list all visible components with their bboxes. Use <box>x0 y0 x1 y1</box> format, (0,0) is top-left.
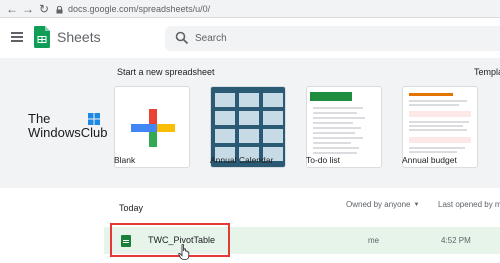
owner-filter-label: Owned by anyone <box>346 200 411 209</box>
caret-down-icon: ▼ <box>413 201 420 208</box>
app-title[interactable]: Sheets <box>57 29 101 45</box>
url-text: docs.google.com/spreadsheets/u/0/ <box>68 4 211 14</box>
template-label-annual-budget: Annual budget <box>402 155 457 165</box>
file-owner: me <box>368 236 380 245</box>
search-icon[interactable] <box>175 31 189 45</box>
highlight-box <box>110 223 230 257</box>
start-new-heading: Start a new spreadsheet <box>117 67 215 77</box>
template-label-blank: Blank <box>114 155 136 165</box>
main-menu-icon[interactable] <box>11 32 23 42</box>
watermark-line2: WindowsClub <box>28 125 108 140</box>
budget-header-bar <box>409 93 453 96</box>
reload-icon[interactable]: ↻ <box>37 2 51 16</box>
forward-arrow-icon[interactable]: → <box>21 2 35 16</box>
address-bar[interactable]: docs.google.com/spreadsheets/u/0/ <box>56 2 496 16</box>
windowsclub-watermark: The WindowsClub <box>28 112 108 140</box>
lock-icon <box>56 5 63 14</box>
sort-dropdown[interactable]: Last opened by m <box>438 200 500 209</box>
todo-header-bar <box>310 92 352 101</box>
sheets-logo-icon[interactable] <box>34 26 50 48</box>
template-label-todo-list: To-do list <box>306 155 341 165</box>
search-input[interactable] <box>195 30 485 46</box>
windows-logo-icon <box>88 113 100 125</box>
file-last-opened: 4:52 PM <box>441 236 471 245</box>
search-box[interactable] <box>165 26 500 51</box>
hand-cursor-icon <box>178 244 190 260</box>
back-arrow-icon[interactable]: ← <box>5 2 19 16</box>
template-section: Start a new spreadsheet Templat The Wind… <box>0 58 500 188</box>
owner-filter-dropdown[interactable]: Owned by anyone ▼ <box>346 200 419 209</box>
template-label-annual-calendar: Annual Calendar <box>210 155 274 165</box>
template-gallery-link[interactable]: Templat <box>474 67 500 77</box>
app-header: Sheets <box>0 18 500 58</box>
section-today: Today <box>119 203 144 213</box>
browser-toolbar: ← → ↻ docs.google.com/spreadsheets/u/0/ <box>0 0 500 18</box>
